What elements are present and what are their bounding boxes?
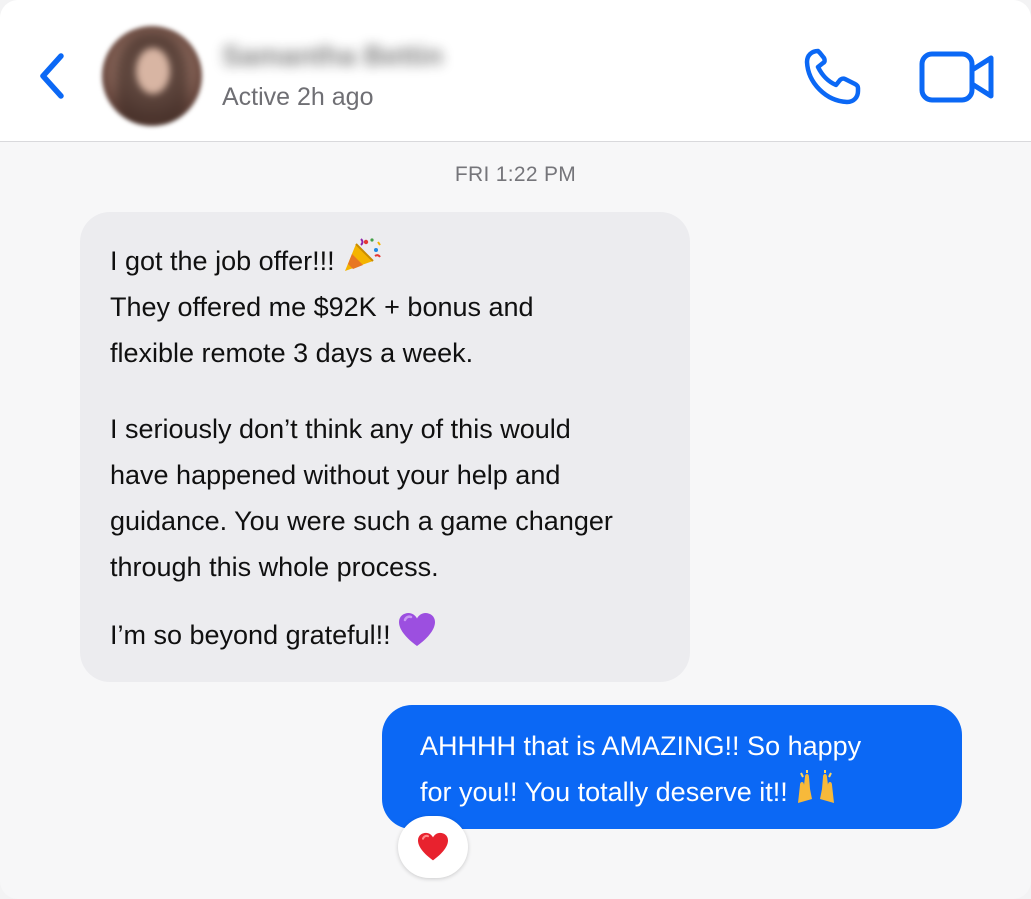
phone-icon bbox=[804, 48, 861, 105]
chat-window: Samantha Bettin Active 2h ago FRI 1:22 P… bbox=[0, 0, 1031, 899]
incoming-message-bubble[interactable]: I got the job offer!!! They offered me $… bbox=[80, 212, 690, 682]
incoming-text-block: I’m so beyond grateful!! bbox=[110, 612, 660, 658]
message-reaction[interactable] bbox=[398, 816, 468, 878]
incoming-line: guidance. You were such a game changer bbox=[110, 506, 613, 536]
party-popper-icon bbox=[345, 238, 382, 271]
incoming-text-block: I seriously don’t think any of this woul… bbox=[110, 406, 660, 590]
contact-status: Active 2h ago bbox=[222, 83, 374, 111]
video-call-button[interactable] bbox=[917, 50, 997, 104]
incoming-line: I got the job offer!!! bbox=[110, 246, 335, 276]
outgoing-line: AHHHH that is AMAZING!! So happy bbox=[420, 731, 862, 761]
incoming-line: They offered me $92K + bonus and bbox=[110, 292, 534, 322]
purple-heart-icon bbox=[399, 613, 436, 646]
contact-name[interactable]: Samantha Bettin bbox=[222, 40, 443, 74]
outgoing-message-bubble[interactable]: AHHHH that is AMAZING!! So happy for you… bbox=[382, 705, 962, 829]
incoming-line: flexible remote 3 days a week. bbox=[110, 338, 474, 368]
back-button[interactable] bbox=[30, 48, 74, 104]
incoming-line: I seriously don’t think any of this woul… bbox=[110, 414, 571, 444]
incoming-line: have happened without your help and bbox=[110, 460, 561, 490]
call-button[interactable] bbox=[800, 45, 868, 109]
message-timestamp: FRI 1:22 PM bbox=[454, 163, 577, 186]
raising-hands-icon bbox=[798, 770, 835, 803]
incoming-line: through this whole process. bbox=[110, 552, 439, 582]
outgoing-line: for you!! You totally deserve it!! bbox=[420, 777, 788, 807]
incoming-text-block: I got the job offer!!! They offered me $… bbox=[110, 236, 660, 376]
chat-header: Samantha Bettin Active 2h ago bbox=[0, 0, 1031, 142]
avatar[interactable] bbox=[102, 26, 202, 126]
incoming-line: I’m so beyond grateful!! bbox=[110, 620, 391, 650]
video-camera-icon bbox=[919, 51, 994, 103]
red-heart-icon bbox=[418, 832, 448, 861]
chevron-left-icon bbox=[40, 53, 64, 99]
